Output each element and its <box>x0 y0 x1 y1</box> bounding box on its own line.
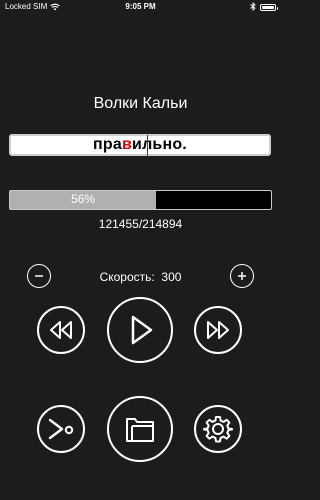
speed-value: 300 <box>161 270 182 284</box>
progress-bar[interactable]: 56% <box>9 190 272 210</box>
current-word: правильно. <box>11 136 269 154</box>
share-button[interactable] <box>37 405 85 453</box>
word-focus-letter: в <box>121 136 133 153</box>
word-before: пра <box>93 136 122 153</box>
speed-row: Скорость: 300 <box>0 262 281 290</box>
status-bar: Locked SIM 9:05 PM <box>0 0 281 14</box>
status-time: 9:05 PM <box>125 2 156 11</box>
progress-percent: 56% <box>71 192 96 206</box>
folder-button[interactable] <box>107 396 173 462</box>
bluetooth-icon <box>250 1 256 13</box>
word-display: правильно. <box>9 134 271 157</box>
folder-icon <box>126 418 154 442</box>
gear-icon <box>203 416 233 443</box>
status-right <box>250 1 278 13</box>
battery-icon <box>260 4 278 11</box>
increase-speed-button[interactable] <box>230 264 254 288</box>
share-icon <box>48 418 74 440</box>
speed-label: Скорость: <box>99 270 155 284</box>
focus-guide-line <box>147 135 148 157</box>
word-after: ильно. <box>132 136 187 153</box>
play-button[interactable] <box>107 297 173 363</box>
settings-button[interactable] <box>194 405 242 453</box>
plus-icon <box>238 272 246 280</box>
fast-forward-button[interactable] <box>194 306 242 354</box>
progress-counter: 121455/214894 <box>98 217 183 231</box>
fast-forward-icon <box>207 321 229 339</box>
rewind-icon <box>50 321 72 339</box>
rewind-button[interactable] <box>37 306 85 354</box>
book-title: Волки Кальи <box>93 95 188 112</box>
play-icon <box>131 315 153 345</box>
